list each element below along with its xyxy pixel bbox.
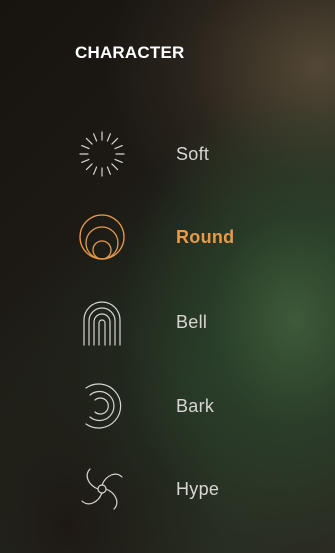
spiral-arcs-icon [70,374,144,438]
arches-icon [70,290,144,354]
option-label: Bark [176,395,215,416]
option-label: Bell [176,311,208,332]
nested-circles-icon [70,205,144,269]
swirl-icon [70,457,144,521]
option-soft[interactable]: Soft [70,118,270,190]
option-bark[interactable]: Bark [70,370,270,442]
option-round[interactable]: Round [70,201,270,273]
option-label: Round [176,226,235,247]
option-label: Hype [176,478,220,499]
option-hype[interactable]: Hype [70,453,270,525]
sunburst-icon [70,122,144,186]
option-bell[interactable]: Bell [70,286,270,358]
character-panel: CHARACTER Soft Round Bell Bark Hype [0,0,335,553]
section-title: CHARACTER [75,43,185,62]
option-label: Soft [176,143,210,164]
